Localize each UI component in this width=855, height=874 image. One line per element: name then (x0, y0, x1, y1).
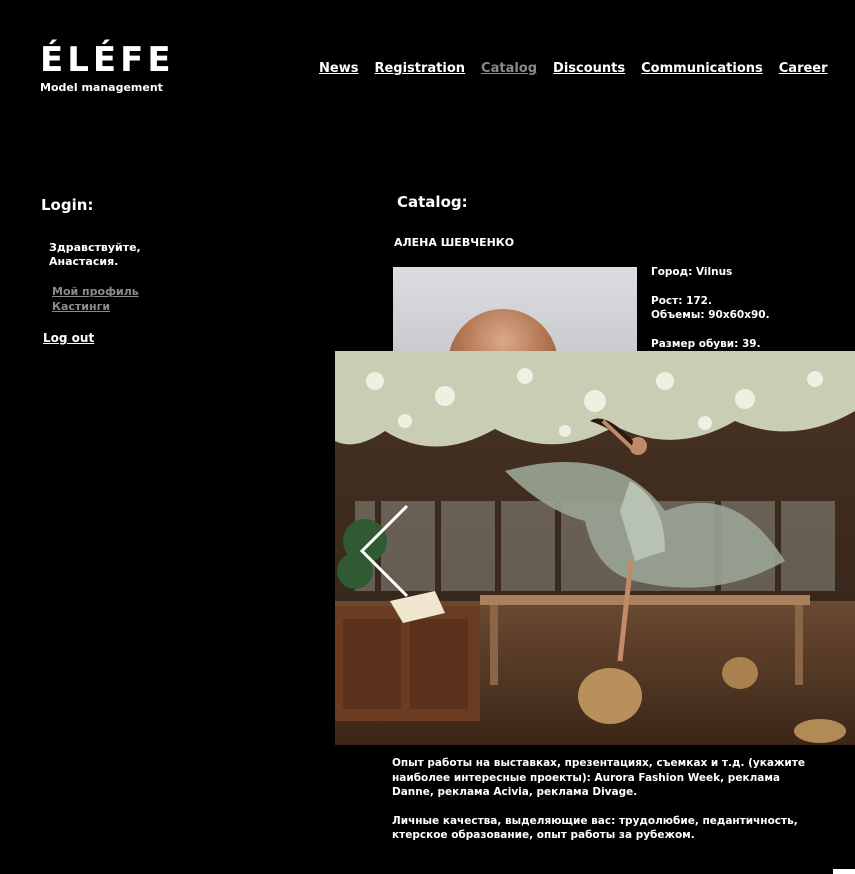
user-links: Мой профиль Кастинги (52, 284, 139, 314)
model-shoe-size: Размер обуви: 39. (651, 338, 761, 350)
portrait-figure (448, 309, 558, 357)
logo-subtitle: Model management (40, 81, 163, 94)
model-experience: Опыт работы на выставках, презентациях, … (392, 757, 805, 798)
model-info: Город: Vilnus Рост: 172. Объемы: 90х60х9… (651, 265, 770, 351)
login-heading: Login: (41, 196, 94, 214)
scroll-corner (833, 869, 855, 874)
castings-link[interactable]: Кастинги (52, 299, 139, 314)
catalog-heading: Catalog: (397, 193, 468, 211)
model-height: Рост: 172. (651, 295, 712, 307)
logout-link[interactable]: Log out (43, 331, 94, 345)
model-qualities: Личные качества, выделяющие вас: трудолю… (392, 814, 798, 842)
nav-catalog[interactable]: Catalog (481, 61, 537, 76)
chevron-left-icon[interactable] (357, 501, 417, 601)
logo[interactable]: ÉLÉFE Model management (40, 40, 175, 94)
model-city: Город: Vilnus (651, 266, 733, 278)
my-profile-link[interactable]: Мой профиль (52, 284, 139, 299)
photo-lightbox[interactable] (335, 351, 855, 745)
nav-communications[interactable]: Communications (641, 61, 763, 76)
nav-career[interactable]: Career (779, 61, 828, 76)
nav-discounts[interactable]: Discounts (553, 61, 625, 76)
main-nav: News Registration Catalog Discounts Comm… (319, 61, 844, 76)
nav-registration[interactable]: Registration (374, 61, 465, 76)
greeting: Здравствуйте, Анастасия. (49, 241, 141, 268)
model-measurements: Объемы: 90х60х90. (651, 309, 770, 321)
model-name: АЛЕНА ШЕВЧЕНКО (394, 236, 515, 249)
nav-news[interactable]: News (319, 61, 358, 76)
model-portrait[interactable] (393, 267, 637, 357)
logo-title: ÉLÉFE (40, 40, 175, 80)
model-description: Опыт работы на выставках, презентациях, … (392, 756, 822, 857)
